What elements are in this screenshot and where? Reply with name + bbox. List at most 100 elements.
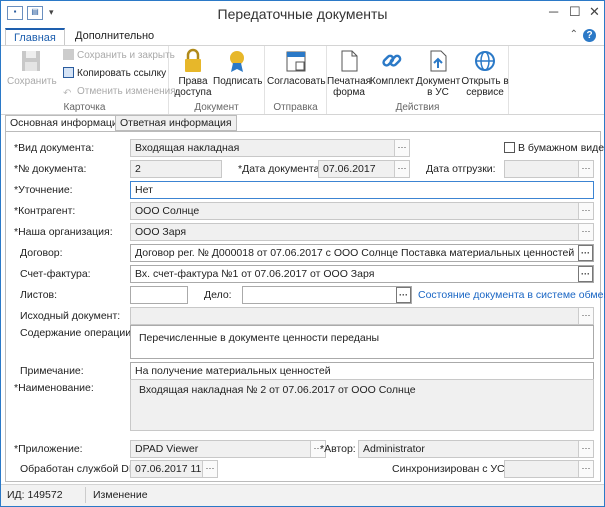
record-id: ИД: 149572	[7, 489, 63, 501]
invoice-label: Счет-фактура:	[20, 268, 91, 280]
processed-field[interactable]: 07.06.2017 11:15:22···	[130, 460, 218, 478]
clarify-label: *Уточнение:	[14, 184, 73, 196]
globe-icon	[475, 51, 495, 71]
doc-type-label: *Вид документа:	[14, 142, 95, 154]
save-close-button[interactable]: Сохранить и закрыть	[63, 49, 175, 63]
source-doc-select-icon[interactable]: ···	[578, 308, 593, 324]
ship-date-picker-icon[interactable]: ···	[578, 161, 593, 177]
counterparty-label: *Контрагент:	[14, 205, 76, 217]
app-field[interactable]: DPAD Viewer ···	[130, 440, 326, 458]
group-label-document: Документ	[194, 102, 239, 113]
invoice-field[interactable]: Вх. счет-фактура №1 от 07.06.2017 от ООО…	[130, 265, 594, 283]
source-doc-field[interactable]: ···	[130, 307, 594, 325]
group-label-card: Карточка	[63, 102, 106, 113]
group-document: Права доступа Подписать Документ	[169, 46, 265, 114]
maximize-icon[interactable]: ☐	[569, 4, 581, 20]
doc-date-label: *Дата документа:	[238, 163, 323, 175]
author-select-icon[interactable]: ···	[578, 441, 593, 457]
ship-date-label: Дата отгрузки:	[426, 163, 496, 175]
sign-button[interactable]: Подписать	[213, 48, 263, 87]
save-close-icon	[63, 49, 74, 60]
exchange-status-link[interactable]: Состояние документа в системе обмена	[418, 289, 605, 301]
title-bar: ▪ ▤ ▾ Передаточные документы ─ ☐ ✕	[1, 1, 604, 27]
sync-label: Синхронизирован с УС:	[392, 463, 508, 475]
record-state: Изменение	[93, 489, 148, 501]
doc-type-field[interactable]: Входящая накладная ···	[130, 139, 410, 157]
print-form-button[interactable]: Печатная форма	[327, 48, 371, 98]
case-label: Дело:	[204, 289, 232, 301]
copy-link-icon	[63, 67, 74, 78]
seal-icon	[230, 51, 244, 72]
contract-select-icon[interactable]: ···	[578, 245, 593, 261]
minimize-icon[interactable]: ─	[549, 4, 558, 19]
document-upload-icon	[430, 50, 447, 72]
doc-date-picker-icon[interactable]: ···	[394, 161, 409, 177]
contract-label: Договор:	[20, 247, 63, 259]
doc-type-select-icon[interactable]: ···	[394, 140, 409, 156]
sync-field[interactable]: ···	[504, 460, 594, 478]
tab-main-info[interactable]: Основная информация	[5, 115, 129, 132]
group-label-send: Отправка	[273, 102, 318, 113]
ribbon-tabs: Главная Дополнительно ⌃ ?	[1, 27, 604, 45]
ribbon: Сохранить Сохранить и закрыть Копировать…	[1, 45, 604, 115]
case-select-icon[interactable]: ···	[396, 287, 411, 303]
form-panel: *Вид документа: Входящая накладная ··· В …	[5, 131, 605, 482]
status-divider	[85, 487, 86, 503]
tab-home[interactable]: Главная	[5, 28, 65, 45]
sheets-label: Листов:	[20, 289, 58, 301]
tab-additional[interactable]: Дополнительно	[67, 28, 162, 45]
author-label: *Автор:	[320, 443, 356, 455]
contract-field[interactable]: Договор рег. № Д000018 от 07.06.2017 с О…	[130, 244, 594, 262]
org-field[interactable]: ООО Заря ···	[130, 223, 594, 241]
source-doc-label: Исходный документ:	[20, 310, 121, 322]
close-icon[interactable]: ✕	[589, 4, 600, 20]
copy-link-button[interactable]: Копировать ссылку	[63, 67, 166, 81]
calendar-icon	[286, 51, 306, 72]
note-field[interactable]: На получение материальных ценностей	[130, 362, 594, 380]
processed-label: Обработан службой DISI:	[20, 463, 145, 475]
app-label: *Приложение:	[14, 443, 83, 455]
tab-response-info[interactable]: Ответная информация	[115, 115, 237, 131]
author-field[interactable]: Administrator ···	[358, 440, 594, 458]
undo-changes-button[interactable]: ↶ Отменить изменения	[63, 85, 176, 99]
lock-icon	[185, 48, 201, 72]
approve-button[interactable]: Согласовать	[267, 48, 326, 87]
collapse-ribbon-icon[interactable]: ⌃	[570, 29, 578, 40]
chain-link-icon	[382, 54, 402, 67]
paper-checkbox[interactable]	[504, 142, 515, 153]
name-label: *Наименование:	[14, 382, 94, 394]
invoice-select-icon[interactable]: ···	[578, 266, 593, 282]
open-in-service-button[interactable]: Открыть в сервисе	[461, 48, 509, 98]
name-field[interactable]: Входящая накладная № 2 от 07.06.2017 от …	[130, 379, 594, 431]
counterparty-field[interactable]: ООО Солнце ···	[130, 202, 594, 220]
floppy-icon	[22, 51, 40, 71]
main-window: ▪ ▤ ▾ Передаточные документы ─ ☐ ✕ Главн…	[0, 0, 605, 507]
operation-label: Содержание операции:	[20, 327, 134, 339]
help-icon[interactable]: ?	[583, 29, 596, 42]
note-label: Примечание:	[20, 365, 84, 377]
save-button[interactable]: Сохранить	[7, 48, 57, 87]
doc-date-field[interactable]: 07.06.2017 ···	[318, 160, 410, 178]
undo-icon: ↶	[63, 88, 72, 99]
paper-label: В бумажном виде	[518, 142, 605, 154]
sync-picker-icon[interactable]: ···	[578, 461, 593, 477]
case-field[interactable]: ···	[242, 286, 412, 304]
org-label: *Наша организация:	[14, 226, 113, 238]
operation-field[interactable]: Перечисленные в документе ценности перед…	[130, 325, 594, 359]
access-rights-button[interactable]: Права доступа	[173, 48, 213, 98]
group-label-actions: Действия	[395, 102, 440, 113]
org-select-icon[interactable]: ···	[578, 224, 593, 240]
document-icon	[341, 50, 358, 72]
kit-button[interactable]: Комплект	[369, 48, 415, 87]
doc-to-us-button[interactable]: Документ в УС	[415, 48, 461, 98]
sheets-field[interactable]	[130, 286, 188, 304]
window-title: Передаточные документы	[217, 6, 388, 22]
doc-num-label: *№ документа:	[14, 163, 87, 175]
group-actions: Печатная форма Комплект Документ в УС От…	[327, 46, 509, 114]
doc-num-field[interactable]: 2	[130, 160, 222, 178]
counterparty-select-icon[interactable]: ···	[578, 203, 593, 219]
ship-date-field[interactable]: ···	[504, 160, 594, 178]
processed-picker-icon[interactable]: ···	[202, 461, 217, 477]
clarify-field[interactable]: Нет	[130, 181, 594, 199]
status-bar: ИД: 149572 Изменение	[1, 484, 604, 506]
